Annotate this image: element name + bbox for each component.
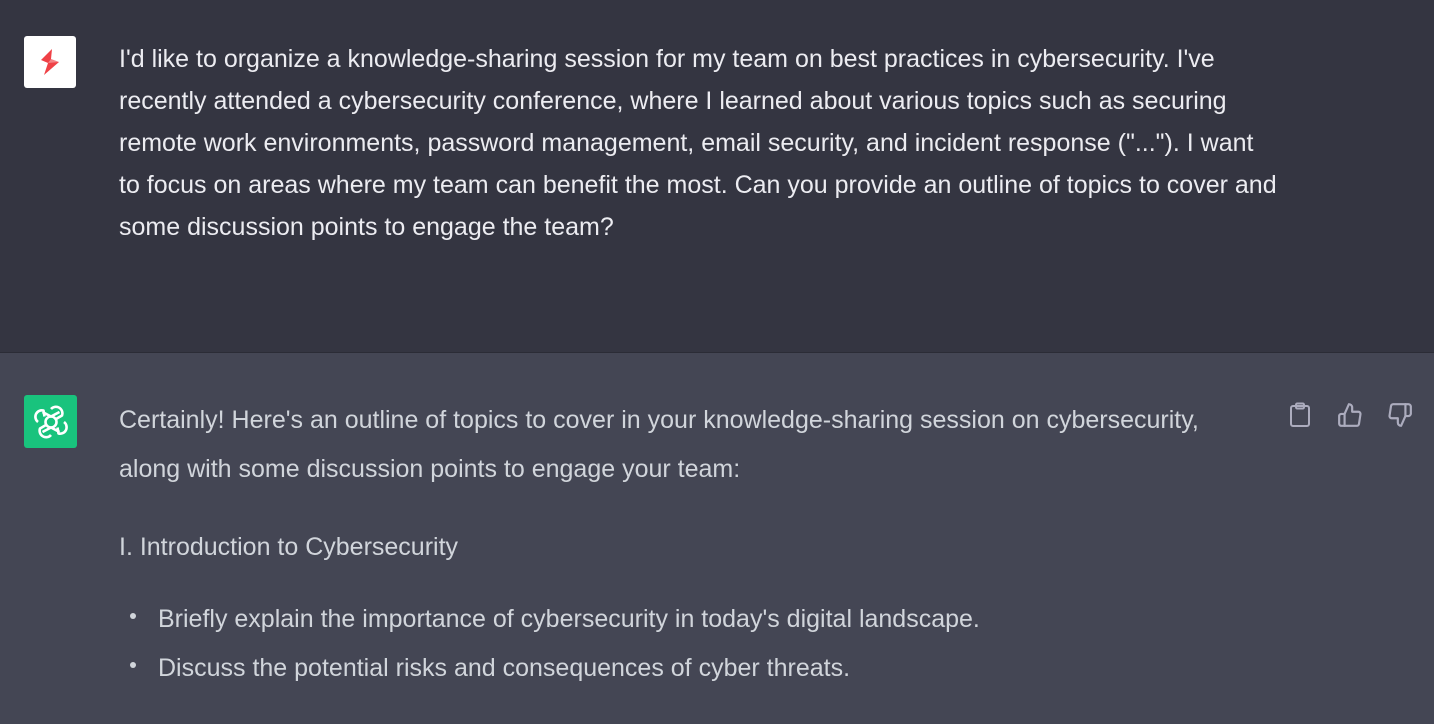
- user-message-text: I'd like to organize a knowledge-sharing…: [119, 45, 1277, 241]
- thumbs-up-icon: [1338, 403, 1362, 427]
- bullet-dot-icon: [130, 662, 136, 668]
- thumbs-down-icon: [1388, 403, 1412, 427]
- list-item-text: Discuss the potential risks and conseque…: [158, 654, 851, 682]
- section-heading: I. Introduction to Cybersecurity: [119, 533, 459, 561]
- assistant-message-content: Certainly! Here's an outline of topics t…: [119, 396, 1259, 693]
- copy-button[interactable]: [1286, 401, 1314, 429]
- assistant-message-block: Certainly! Here's an outline of topics t…: [0, 353, 1434, 724]
- bullet-dot-icon: [130, 613, 136, 619]
- list-item: Discuss the potential risks and conseque…: [119, 644, 1259, 693]
- list-item: Briefly explain the importance of cybers…: [119, 595, 1259, 644]
- user-logo-icon: [41, 49, 59, 75]
- message-actions: [1286, 401, 1414, 429]
- clipboard-icon: [1290, 402, 1310, 427]
- list-item-text: Briefly explain the importance of cybers…: [158, 605, 980, 633]
- thumbs-down-button[interactable]: [1386, 401, 1414, 429]
- assistant-avatar: [24, 395, 77, 448]
- user-avatar: [24, 36, 76, 88]
- user-message-block: I'd like to organize a knowledge-sharing…: [0, 0, 1434, 353]
- assistant-intro-text: Certainly! Here's an outline of topics t…: [119, 406, 1199, 483]
- bullet-list: Briefly explain the importance of cybers…: [119, 595, 1259, 693]
- thumbs-up-button[interactable]: [1336, 401, 1364, 429]
- openai-logo-icon: [33, 405, 68, 438]
